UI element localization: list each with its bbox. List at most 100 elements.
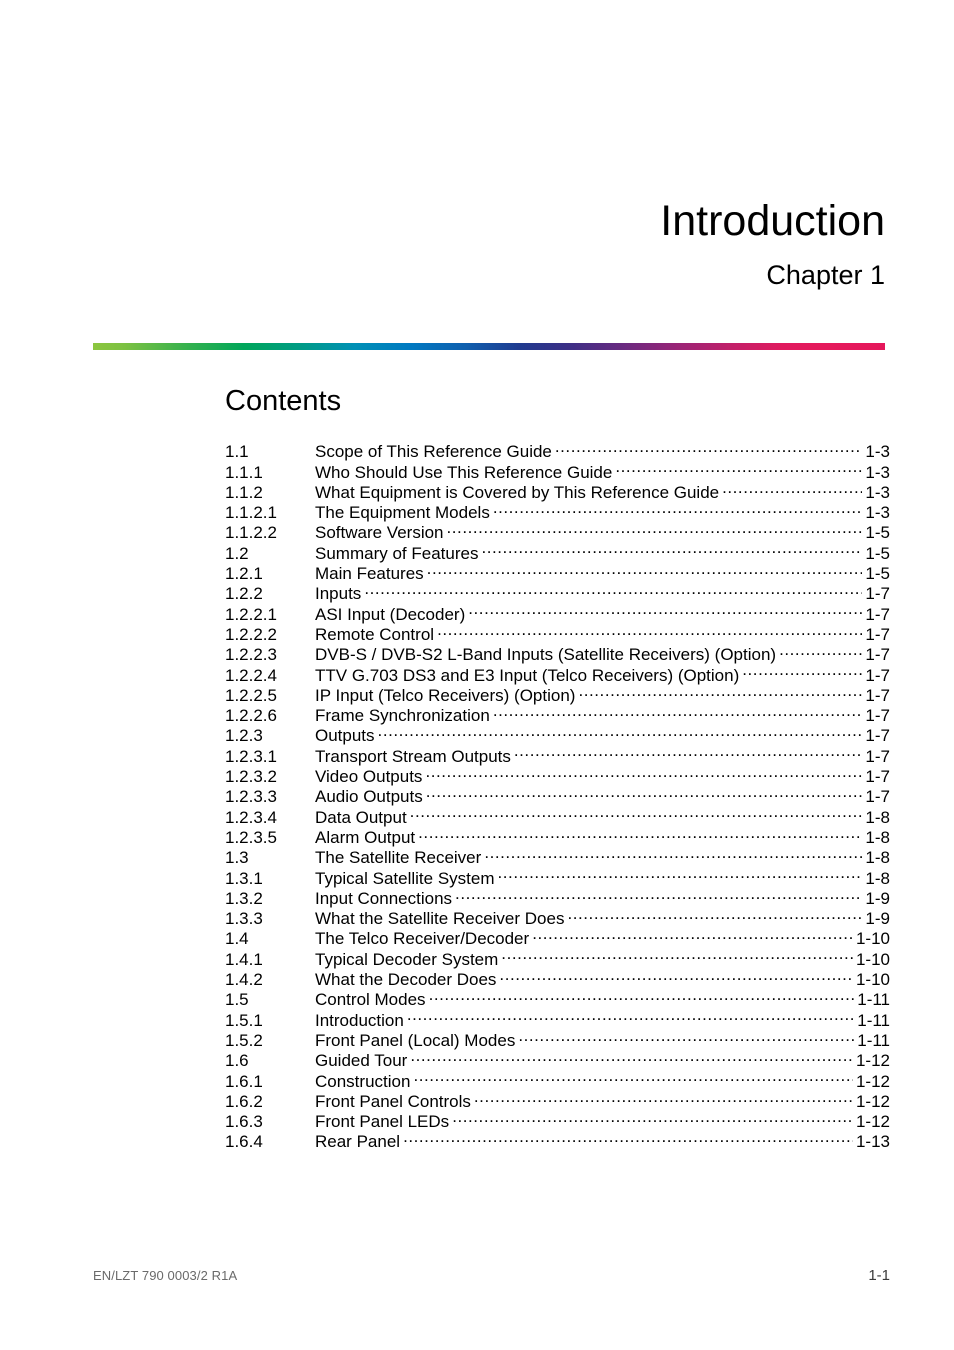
toc-entry-page: 1-7	[865, 787, 890, 807]
toc-entry-title: DVB-S / DVB-S2 L-Band Inputs (Satellite …	[315, 645, 777, 665]
toc-entry-number: 1.2.2	[225, 584, 263, 604]
toc-entry-title: Front Panel Controls	[315, 1091, 471, 1111]
toc-leader-dots	[481, 538, 862, 558]
toc-entry-title: Construction	[315, 1071, 411, 1091]
toc-leader-dots	[378, 721, 863, 741]
toc-entry-title: Alarm Output	[315, 827, 416, 847]
toc-entry-title: Input Connections	[315, 888, 453, 908]
toc-entry-title: Software Version	[315, 523, 444, 543]
toc-entry-number: 1.2.3.1	[225, 746, 277, 766]
toc-entry-number: 1.2	[225, 543, 249, 563]
toc-leader-dots	[722, 478, 862, 498]
toc-leader-dots	[498, 863, 863, 883]
toc-entry-page: 1-3	[865, 482, 890, 502]
toc-entry-number: 1.1	[225, 442, 249, 462]
toc-entry-title: The Satellite Receiver	[315, 848, 482, 868]
chapter-number: Chapter 1	[766, 260, 885, 290]
toc-entry-number: 1.6	[225, 1051, 249, 1071]
toc-entry-page: 1-3	[865, 503, 890, 523]
toc-leader-dots	[578, 681, 862, 701]
toc-entry-number: 1.3.3	[225, 909, 263, 929]
document-id: EN/LZT 790 0003/2 R1A	[93, 1268, 238, 1283]
toc-entry-number: 1.5.2	[225, 1030, 263, 1050]
toc-entry-number: 1.1.2.1	[225, 503, 277, 523]
document-page: Introduction Chapter 1 Contents 1.1 Scope…	[0, 0, 954, 1350]
toc-entry-page: 1-3	[865, 442, 890, 462]
toc-leader-dots	[410, 1046, 853, 1066]
toc-entry-page: 1-7	[865, 726, 890, 746]
toc-entry-title: Remote Control	[315, 624, 435, 644]
toc-entry-number: 1.1.2	[225, 482, 263, 502]
toc-entry-title: Rear Panel	[315, 1132, 401, 1152]
toc-leader-dots	[364, 579, 862, 599]
toc-entry-title: Typical Decoder System	[315, 949, 499, 969]
toc-leader-dots	[499, 965, 853, 985]
toc-entry-page: 1-5	[865, 523, 890, 543]
toc-entry-number: 1.4.2	[225, 970, 263, 990]
toc-leader-dots	[493, 498, 863, 518]
toc-entry-number: 1.2.2.3	[225, 645, 277, 665]
toc-entry-page: 1-12	[855, 1071, 890, 1091]
toc-entry-number: 1.4	[225, 929, 249, 949]
toc-leader-dots	[484, 843, 862, 863]
toc-entry-number: 1.3.2	[225, 888, 263, 908]
toc-leader-dots	[514, 741, 863, 761]
toc-entry[interactable]: 1.1 Scope of This Reference Guide 1-3	[225, 437, 890, 461]
toc-entry-number: 1.2.1	[225, 564, 263, 584]
toc-entry-title: What the Satellite Receiver Does	[315, 909, 565, 929]
toc-entry-page: 1-12	[855, 1091, 890, 1111]
toc-entry-number: 1.6.4	[225, 1132, 263, 1152]
toc-entry-number: 1.2.3.2	[225, 767, 277, 787]
toc-entry-title: The Telco Receiver/Decoder	[315, 929, 530, 949]
toc-entry-number: 1.6.2	[225, 1091, 263, 1111]
toc-leader-dots	[567, 904, 862, 924]
toc-entry-page: 1-3	[865, 462, 890, 482]
table-of-contents: 1.1 Scope of This Reference Guide 1-3 1.1.1…	[225, 437, 890, 1151]
toc-entry-number: 1.6.3	[225, 1112, 263, 1132]
toc-entry-number: 1.5.1	[225, 1010, 263, 1030]
toc-entry-page: 1-13	[855, 1132, 890, 1152]
page-title: Introduction	[660, 197, 885, 245]
toc-entry-number: 1.3	[225, 848, 249, 868]
toc-leader-dots	[518, 1026, 854, 1046]
toc-entry-page: 1-7	[865, 584, 890, 604]
toc-leader-dots	[426, 782, 863, 802]
toc-leader-dots	[429, 985, 855, 1005]
toc-leader-dots	[447, 518, 863, 538]
toc-entry-number: 1.2.2.6	[225, 706, 277, 726]
toc-leader-dots	[437, 620, 862, 640]
toc-leader-dots	[403, 1127, 853, 1147]
toc-entry-number: 1.1.2.2	[225, 523, 277, 543]
toc-entry-number: 1.5	[225, 990, 249, 1010]
chapter-title-block: Introduction Chapter 1	[93, 196, 885, 294]
footer-page-number: 1-1	[868, 1267, 890, 1284]
page-footer: EN/LZT 790 0003/2 R1A 1-1	[93, 1267, 890, 1284]
toc-entry-page: 1-9	[865, 888, 890, 908]
toc-entry-number: 1.2.2.4	[225, 665, 277, 685]
toc-entry-page: 1-7	[865, 665, 890, 685]
toc-leader-dots	[468, 599, 862, 619]
toc-entry-number: 1.2.3.4	[225, 807, 277, 827]
gradient-divider	[93, 343, 885, 350]
toc-entry-title: Outputs	[315, 726, 375, 746]
toc-leader-dots	[425, 762, 862, 782]
toc-leader-dots	[493, 701, 863, 721]
toc-entry-number: 1.6.1	[225, 1071, 263, 1091]
toc-entry-number: 1.3.1	[225, 868, 263, 888]
toc-leader-dots	[410, 802, 863, 822]
toc-leader-dots	[452, 1107, 853, 1127]
toc-entry-page: 1-11	[857, 990, 890, 1010]
toc-entry-page: 1-8	[865, 827, 890, 847]
toc-entry-page: 1-5	[865, 543, 890, 563]
toc-leader-dots	[418, 823, 862, 843]
toc-entry-number: 1.2.3	[225, 726, 263, 746]
toc-entry-page: 1-7	[865, 746, 890, 766]
toc-entry-title: Scope of This Reference Guide	[315, 442, 552, 462]
toc-entry-number: 1.1.1	[225, 462, 263, 482]
toc-entry-page: 1-7	[865, 706, 890, 726]
toc-entry-page: 1-11	[857, 1010, 890, 1030]
toc-leader-dots	[474, 1087, 853, 1107]
toc-entry-number: 1.2.3.3	[225, 787, 277, 807]
toc-entry-page: 1-11	[857, 1030, 890, 1050]
toc-leader-dots	[615, 457, 862, 477]
